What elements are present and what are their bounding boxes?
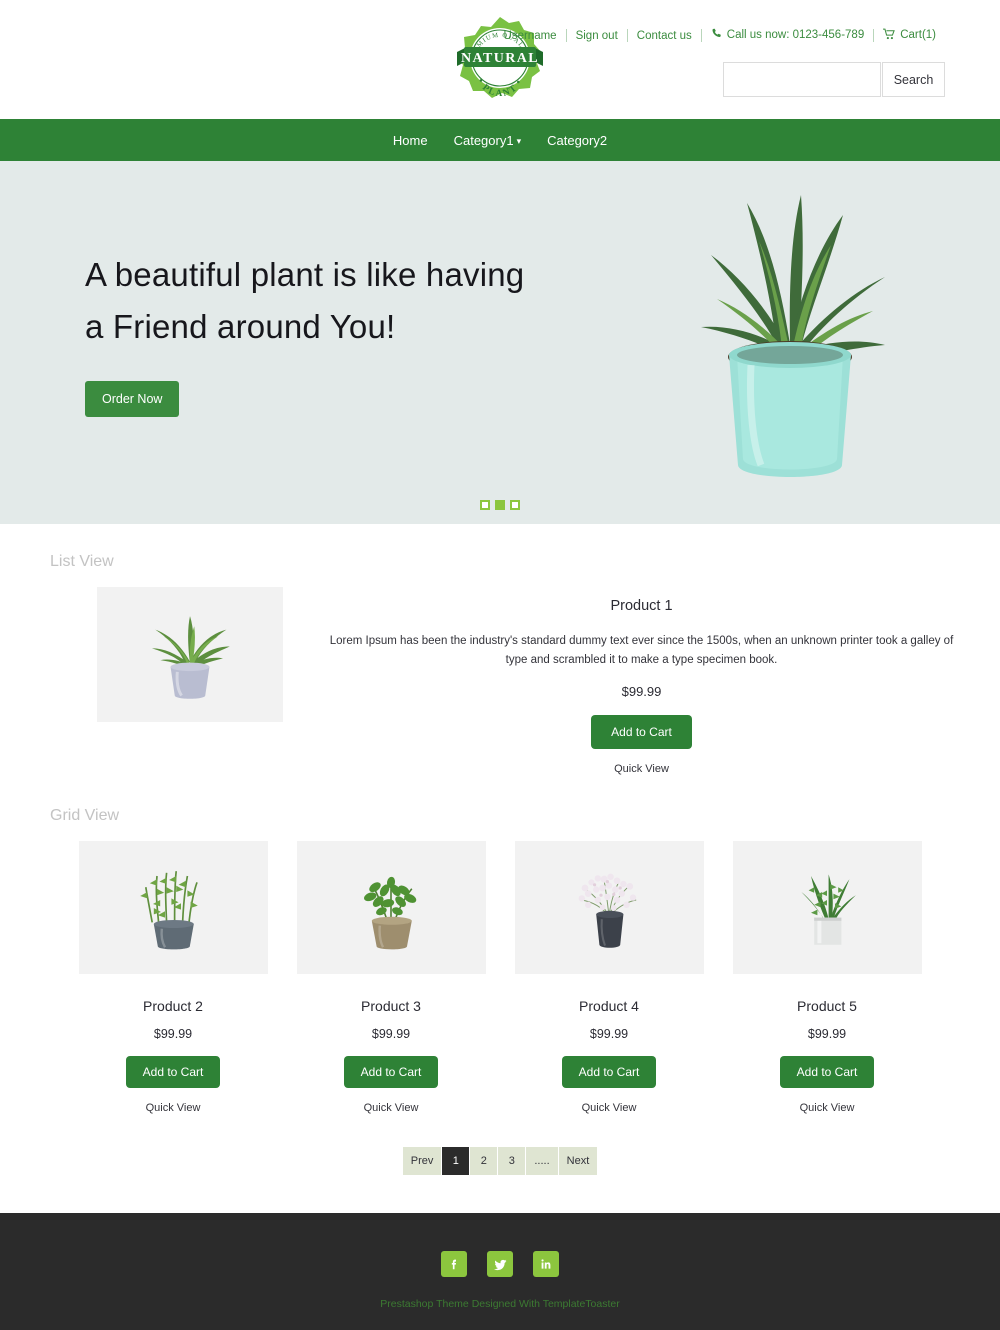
product-4-title: Product 4	[579, 998, 639, 1014]
product-5-price: $99.99	[807, 1027, 847, 1041]
product-3-image[interactable]	[296, 841, 486, 974]
product-5-add-to-cart-button[interactable]: Add to Cart	[779, 1056, 875, 1088]
product-1-info: Product 1 Lorem Ipsum has been the indus…	[283, 587, 1000, 775]
list-view-label: List View	[50, 553, 114, 570]
product-5-title: Product 5	[797, 998, 857, 1014]
search-button[interactable]: Search	[882, 62, 945, 97]
product-5-quick-view-link[interactable]: Quick View	[733, 1102, 922, 1114]
nav-item-category2[interactable]: Category2	[547, 133, 607, 148]
product-4-add-to-cart-button[interactable]: Add to Cart	[561, 1056, 657, 1088]
nav-label: Category1	[453, 132, 514, 148]
twitter-icon[interactable]	[487, 1251, 513, 1277]
product-1-price: $99.99	[621, 684, 662, 699]
footer-credit: Prestashop Theme Designed With TemplateT…	[380, 1298, 620, 1310]
product-2-price: $99.99	[153, 1027, 193, 1041]
list-view-section: List View Product 1 Lorem Ipsum has been…	[0, 524, 1000, 775]
grid-view-section: Grid View Product 2 $99.99 Add to Cart Q…	[0, 775, 1000, 1213]
product-grid: Product 2 $99.99 Add to Cart Quick View	[0, 841, 1000, 1114]
pagination-ellipsis[interactable]: .....	[526, 1147, 559, 1175]
carousel-dot-2[interactable]	[495, 500, 505, 510]
pagination: Prev 1 2 3 ..... Next	[0, 1147, 1000, 1213]
linkedin-icon[interactable]	[533, 1251, 559, 1277]
chevron-down-icon: ▾	[516, 135, 522, 146]
product-3-add-to-cart-button[interactable]: Add to Cart	[343, 1056, 439, 1088]
carousel-dot-3[interactable]	[510, 500, 520, 510]
hero-title-line1: A beautiful plant is like having	[85, 256, 525, 293]
social-links	[0, 1251, 1000, 1277]
site-header: PREMIUM QUALITY NATURAL • PLANT • Userna…	[0, 0, 1000, 119]
facebook-icon[interactable]	[441, 1251, 467, 1277]
phone-number: Call us now: 0123-456-789	[702, 28, 873, 43]
product-card: Product 3 $99.99 Add to Cart Quick View	[296, 841, 486, 1114]
product-1-title: Product 1	[610, 598, 673, 614]
nav-item-home[interactable]: Home	[393, 133, 428, 148]
product-5-image[interactable]	[732, 841, 922, 974]
product-3-price: $99.99	[371, 1027, 411, 1041]
product-4-price: $99.99	[589, 1027, 629, 1041]
cart-icon	[883, 28, 896, 43]
hero-title-line2: a Friend around You!	[85, 308, 396, 345]
pagination-prev[interactable]: Prev	[402, 1147, 443, 1175]
product-3-quick-view-link[interactable]: Quick View	[297, 1102, 486, 1114]
hero-title: A beautiful plant is like having a Frien…	[85, 249, 605, 353]
product-1-description: Lorem Ipsum has been the industry's stan…	[329, 635, 954, 666]
cart-link[interactable]: Cart(1)	[874, 28, 945, 43]
logo-main-text: NATURAL	[461, 51, 539, 66]
product-card: Product 5 $99.99 Add to Cart Quick View	[732, 841, 922, 1114]
username-link[interactable]: Username	[495, 30, 566, 42]
phone-icon	[711, 28, 723, 43]
product-3-title: Product 3	[361, 998, 421, 1014]
nav-item-category1[interactable]: Category1 ▾	[454, 133, 522, 148]
sign-out-link[interactable]: Sign out	[567, 30, 627, 42]
product-4-image[interactable]	[514, 841, 704, 974]
utility-bar: Username Sign out Contact us Call us now…	[495, 28, 945, 43]
search-input[interactable]	[723, 62, 881, 97]
product-2-quick-view-link[interactable]: Quick View	[79, 1102, 268, 1114]
product-4-quick-view-link[interactable]: Quick View	[515, 1102, 704, 1114]
product-card: Product 2 $99.99 Add to Cart Quick View	[78, 841, 268, 1114]
product-1-image[interactable]	[97, 587, 283, 722]
pagination-page-1[interactable]: 1	[442, 1147, 471, 1175]
product-2-image[interactable]	[78, 841, 268, 974]
search-bar: Search	[723, 62, 945, 97]
product-2-title: Product 2	[143, 998, 203, 1014]
hero-carousel: A beautiful plant is like having a Frien…	[0, 161, 1000, 524]
pagination-page-3[interactable]: 3	[498, 1147, 527, 1175]
product-2-add-to-cart-button[interactable]: Add to Cart	[125, 1056, 221, 1088]
carousel-dot-1[interactable]	[480, 500, 490, 510]
hero-copy: A beautiful plant is like having a Frien…	[85, 249, 605, 417]
pagination-next[interactable]: Next	[558, 1147, 598, 1175]
site-footer: Prestashop Theme Designed With TemplateT…	[0, 1213, 1000, 1330]
hero-plant-image	[685, 169, 895, 499]
pagination-page-2[interactable]: 2	[470, 1147, 499, 1175]
order-now-button[interactable]: Order Now	[85, 381, 180, 417]
cart-label: Cart(1)	[900, 29, 936, 41]
nav-label: Home	[392, 132, 428, 148]
product-card: Product 4 $99.99 Add to Cart Quick View	[514, 841, 704, 1114]
list-item: Product 1 Lorem Ipsum has been the indus…	[0, 587, 1000, 775]
grid-view-label: Grid View	[50, 807, 120, 824]
contact-us-link[interactable]: Contact us	[628, 30, 701, 42]
product-1-quick-view-link[interactable]: Quick View	[323, 763, 960, 775]
carousel-indicators	[0, 500, 1000, 510]
product-1-add-to-cart-button[interactable]: Add to Cart	[591, 715, 692, 749]
phone-label: Call us now: 0123-456-789	[726, 29, 865, 41]
nav-label: Category2	[547, 132, 608, 148]
main-navigation: Home Category1 ▾ Category2	[0, 119, 1000, 161]
